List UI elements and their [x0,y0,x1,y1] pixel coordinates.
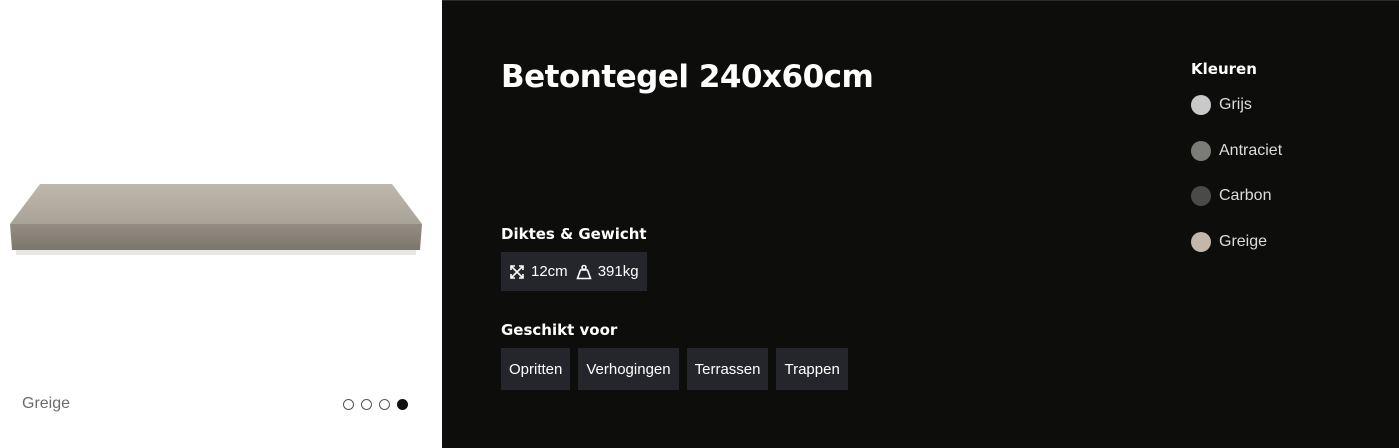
gallery-caption: Greige [22,395,71,412]
chip-opritten[interactable]: Opritten [501,348,571,390]
suitable-for-list: Opritten Verhogingen Terrassen Trappen [501,348,848,390]
color-option-greige[interactable]: Greige [1191,231,1282,253]
color-options: Kleuren Grijs Antraciet Carbon Greige [1191,60,1282,276]
color-swatch [1191,95,1211,115]
colors-heading: Kleuren [1191,60,1257,78]
color-swatch [1191,186,1211,206]
gallery-dot-4[interactable] [397,399,408,410]
product-title: Betontegel 240x60cm [501,59,874,95]
color-label: Grijs [1219,96,1252,113]
color-option-carbon[interactable]: Carbon [1191,185,1282,207]
color-swatch [1191,140,1211,161]
suitable-heading: Geschikt voor [501,321,618,339]
chip-terrassen[interactable]: Terrassen [686,348,769,390]
gallery-dot-1[interactable] [343,399,354,410]
thickness-value: 12cm [531,263,568,280]
product-gallery: Greige [0,0,442,448]
color-option-antraciet[interactable]: Antraciet [1191,140,1282,162]
gallery-dot-2[interactable] [361,399,372,410]
color-label: Greige [1219,232,1268,250]
weight-spec: 391kg [576,263,639,280]
color-label: Carbon [1219,187,1272,204]
weight-icon [576,264,592,279]
color-swatch [1191,231,1211,252]
color-label: Antraciet [1219,141,1283,159]
specs-box: 12cm 391kg [501,252,647,291]
chip-verhogingen[interactable]: Verhogingen [578,348,679,390]
weight-value: 391kg [597,263,639,280]
product-image [10,184,422,255]
specs-heading: Diktes & Gewicht [501,225,647,243]
product-info-panel: Betontegel 240x60cm Diktes & Gewicht 12c… [442,0,1399,448]
thickness-spec: 12cm [509,263,568,280]
gallery-pagination [343,399,408,410]
chip-trappen[interactable]: Trappen [776,348,848,390]
resize-arrows-icon [510,264,524,279]
color-option-grijs[interactable]: Grijs [1191,94,1282,116]
gallery-dot-3[interactable] [379,399,390,410]
